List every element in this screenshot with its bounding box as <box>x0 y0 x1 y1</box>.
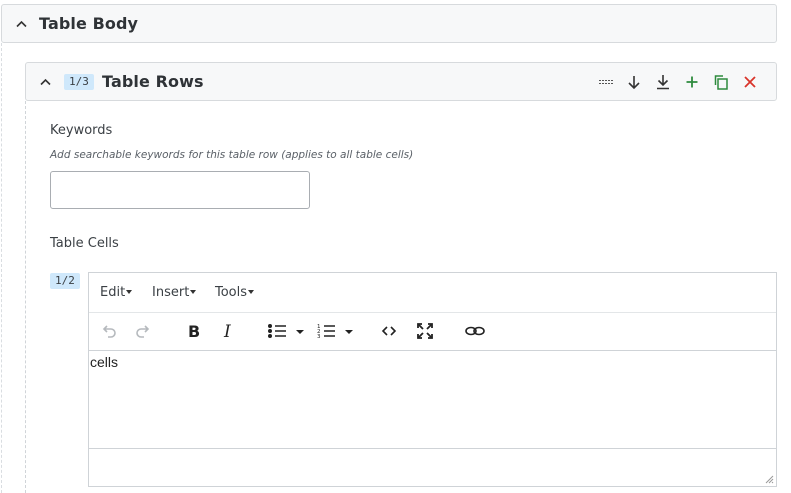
table-cells-label: Table Cells <box>50 236 119 251</box>
menu-tools[interactable]: Tools <box>215 285 255 300</box>
editor-content[interactable]: cells <box>90 354 118 370</box>
rich-text-editor: Edit Insert Tools B I 123 cells <box>88 272 777 487</box>
table-rows-title: Table Rows <box>102 72 204 91</box>
fullscreen-icon[interactable] <box>416 321 434 341</box>
row-index-badge: 1/3 <box>64 74 94 90</box>
bold-icon[interactable]: B <box>184 321 202 341</box>
source-code-icon[interactable] <box>380 321 398 341</box>
table-rows-header[interactable]: 1/3 Table Rows <box>25 62 777 101</box>
menu-edit[interactable]: Edit <box>100 285 133 300</box>
undo-icon[interactable] <box>100 321 118 341</box>
svg-text:3: 3 <box>317 334 321 340</box>
menu-insert[interactable]: Insert <box>152 285 197 300</box>
keywords-label: Keywords <box>50 123 113 138</box>
move-to-bottom-icon[interactable] <box>654 73 672 91</box>
editor-menubar: Edit Insert Tools <box>89 273 776 313</box>
chevron-up-icon[interactable] <box>39 76 51 88</box>
editor-toolbar: B I 123 <box>89 312 776 351</box>
resize-handle-icon[interactable] <box>764 474 774 484</box>
italic-icon[interactable]: I <box>220 321 238 341</box>
editor-statusbar <box>89 448 776 486</box>
move-down-icon[interactable] <box>625 73 643 91</box>
chevron-up-icon[interactable] <box>15 18 27 30</box>
remove-icon[interactable] <box>741 73 759 91</box>
duplicate-icon[interactable] <box>712 73 730 91</box>
cell-index-badge: 1/2 <box>50 273 80 289</box>
redo-icon[interactable] <box>134 321 152 341</box>
keywords-input[interactable] <box>50 171 310 209</box>
keywords-hint: Add searchable keywords for this table r… <box>50 149 414 161</box>
link-icon[interactable] <box>464 321 486 341</box>
table-body-guide <box>1 43 2 493</box>
numbered-list-icon[interactable]: 123 <box>316 321 358 341</box>
svg-text:B: B <box>188 322 200 340</box>
bullet-list-icon[interactable] <box>266 321 308 341</box>
add-icon[interactable] <box>683 73 701 91</box>
table-body-title: Table Body <box>39 14 139 33</box>
svg-text:I: I <box>223 322 231 340</box>
table-rows-guide <box>25 101 26 493</box>
drag-handle-icon[interactable] <box>597 73 615 91</box>
table-body-header[interactable]: Table Body <box>1 4 777 43</box>
